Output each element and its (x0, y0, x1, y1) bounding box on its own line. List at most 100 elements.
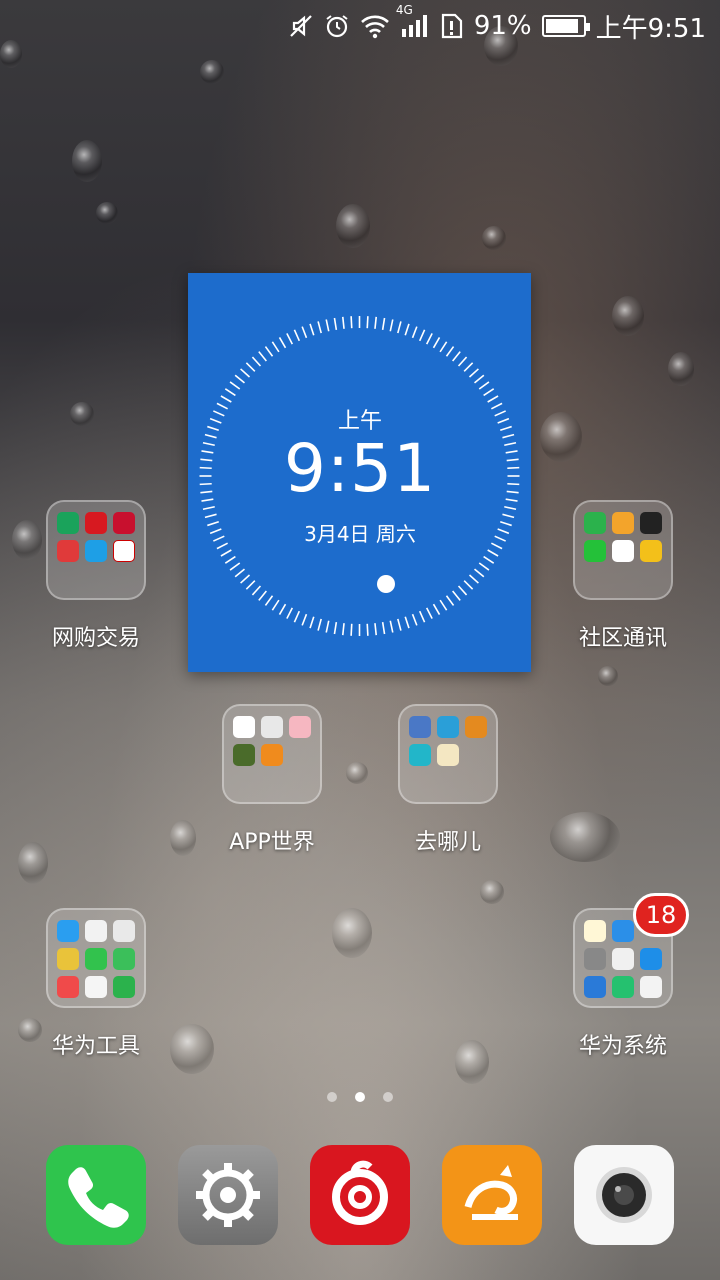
dial-tick (278, 337, 287, 349)
settings-icon[interactable] (178, 1145, 278, 1245)
dial-tick (397, 618, 402, 631)
folder-app-world[interactable] (222, 704, 322, 804)
dial-tick (411, 613, 418, 626)
china-mobile-icon (437, 716, 459, 738)
folder-travel[interactable] (398, 704, 498, 804)
clock-icon (584, 976, 606, 998)
status-time: 上午9:51 (595, 13, 706, 44)
folder-label-social: 社区通讯 (578, 626, 667, 651)
mute-icon (288, 11, 314, 41)
zhihu-icon (640, 512, 662, 534)
douban-icon (584, 512, 606, 534)
second-dot (377, 575, 395, 593)
netease-music-icon[interactable] (310, 1145, 410, 1245)
keyboard-icon (584, 948, 606, 970)
dial-tick (452, 351, 461, 362)
page-indicator[interactable] (0, 1092, 720, 1102)
notepad-icon (57, 948, 79, 970)
dial-tick (468, 368, 479, 378)
dial-tick (251, 356, 262, 367)
alarm-icon (324, 11, 350, 41)
dial-tick (366, 623, 369, 636)
folder-social[interactable] (573, 500, 673, 600)
dial-tick (271, 599, 280, 611)
weibo-icon (640, 540, 662, 562)
bank-icon (113, 512, 135, 534)
dial-tick (317, 321, 322, 334)
widget-time: 9:51 (283, 430, 437, 507)
phone-icon[interactable] (46, 1145, 146, 1245)
folder-huawei-tools[interactable] (46, 908, 146, 1008)
find-icon (85, 948, 107, 970)
dial-tick (220, 395, 232, 403)
dial-tick (245, 362, 256, 372)
dial-tick (286, 333, 294, 345)
travel-app-icon (409, 716, 431, 738)
dial-tick (418, 329, 426, 342)
abc-bank-icon (113, 540, 135, 562)
dial-tick (504, 505, 517, 511)
jd-icon (85, 512, 107, 534)
memo-icon (584, 920, 606, 942)
dial-tick (234, 374, 245, 384)
folder-shopping[interactable] (46, 500, 146, 600)
page-dot[interactable] (327, 1092, 337, 1102)
status-bar: 4G 91% 上午9:51 (0, 0, 720, 52)
dial-tick (293, 329, 301, 342)
camera-icon[interactable] (574, 1145, 674, 1245)
page-dot[interactable] (383, 1092, 393, 1102)
dial-tick (293, 610, 301, 623)
dial-tick (478, 381, 490, 390)
dial-tick (418, 610, 426, 623)
dial-tick (317, 618, 322, 631)
folder-label-travel: 去哪儿 (414, 830, 481, 855)
dial-tick (439, 599, 448, 611)
folder-label-app-world: APP世界 (229, 830, 315, 855)
mobike-icon (261, 716, 283, 738)
sim-alert-icon (440, 11, 464, 41)
dial-tick (411, 326, 418, 339)
folder-label-shopping: 网购交易 (51, 626, 140, 651)
dial-tick (474, 568, 485, 578)
page-dot-active[interactable] (355, 1092, 365, 1102)
dial-tick (502, 513, 515, 519)
folder-label-huawei-system: 华为系统 (578, 1034, 667, 1059)
qq-icon (612, 540, 634, 562)
dial-tick (483, 388, 495, 397)
qunar-icon (409, 744, 431, 766)
dial-tick (333, 317, 338, 330)
baidu-cloud-icon (233, 716, 255, 738)
dial-tick (350, 316, 353, 329)
folder-label-huawei-tools: 华为工具 (51, 1034, 140, 1059)
ghost-icon (289, 716, 311, 738)
dial-tick (389, 319, 394, 332)
dial-tick (404, 616, 410, 629)
dial-tick (234, 568, 245, 578)
uc-browser-icon[interactable] (442, 1145, 542, 1245)
china-mobile-icon (57, 512, 79, 534)
dial-tick (286, 607, 294, 619)
wifi-icon (360, 11, 390, 41)
dial-tick (478, 562, 490, 571)
shield-icon (113, 976, 135, 998)
search-icon (113, 948, 135, 970)
dial-tick (271, 341, 280, 353)
themes-icon (640, 976, 662, 998)
dial-tick (341, 316, 345, 329)
calculator-icon (113, 920, 135, 942)
backup-icon (640, 948, 662, 970)
dial-tick (229, 381, 241, 390)
dial-tick (301, 326, 308, 339)
map-icon (437, 744, 459, 766)
dial-tick (468, 574, 479, 584)
dial-tick (240, 368, 251, 378)
notes-icon (612, 512, 634, 534)
dial-tick (224, 388, 236, 397)
dial-tick (301, 613, 308, 626)
dial-tick (457, 356, 468, 367)
dial-tick (229, 562, 241, 571)
dial-tick (350, 623, 353, 636)
dial-tick (202, 505, 215, 511)
dial-tick (425, 333, 433, 345)
taobao-icon (261, 744, 283, 766)
